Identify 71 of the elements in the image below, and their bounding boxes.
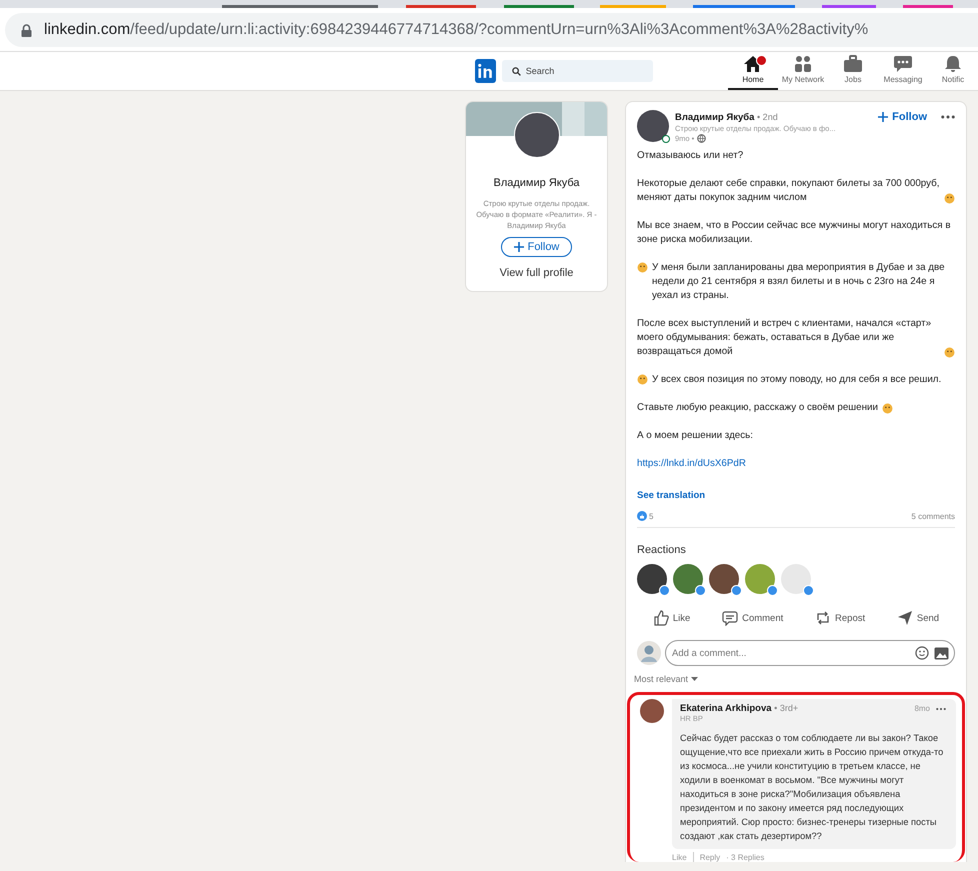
commenter-name[interactable]: Ekaterina Arkhipova • 3rd+ — [680, 703, 798, 714]
reaction-count[interactable]: 5 — [649, 512, 654, 520]
search-icon — [512, 66, 521, 76]
like-badge-icon — [767, 585, 778, 596]
nav-tab[interactable]: Jobs — [828, 52, 878, 90]
like-badge-icon — [731, 585, 742, 596]
plus-icon — [878, 112, 888, 122]
thumbs-up-icon — [652, 610, 669, 626]
action-button[interactable]: Comment — [718, 608, 788, 628]
emoji-icon — [944, 347, 955, 358]
emoji-icon — [637, 262, 648, 273]
author-name[interactable]: Владимир Якуба • 2nd — [675, 112, 872, 123]
post-paragraph: После всех выступлений и встреч с клиентами, начался «старт» моего обдумывания: бежать, оставаться в Дубае или же возвращаться домой — [637, 317, 932, 359]
post-paragraph: А о моем решении здесь: — [637, 429, 754, 443]
caret-icon — [691, 677, 698, 681]
like-badge-icon — [695, 585, 706, 596]
nav-tab[interactable]: Notific — [928, 52, 978, 90]
emoji-icon — [637, 374, 648, 385]
see-translation-link[interactable]: See translation — [637, 490, 706, 501]
post-paragraph: Отмазываюсь или нет? — [637, 149, 744, 163]
avatar-photo — [640, 699, 664, 723]
image-icon[interactable] — [934, 647, 949, 660]
user-avatar-icon — [637, 641, 661, 665]
emoji-icon — [882, 403, 893, 414]
profile-name: Владимир Якуба — [494, 177, 580, 189]
globe-icon — [697, 134, 706, 143]
like-badge-icon — [803, 585, 814, 596]
post-link[interactable]: https://lnkd.in/dUsX6PdR — [637, 458, 746, 469]
action-button[interactable]: Repost — [811, 608, 870, 628]
url-text: linkedin.com/feed/update/urn:li:activity:6984239446774714368/?commentUrn=urn%3Ali%3Acomment%3A%28activity% — [44, 21, 868, 39]
nav-tab[interactable]: My Network — [778, 52, 828, 90]
lock-icon — [21, 24, 32, 36]
more-icon[interactable] — [941, 115, 955, 119]
like-badge-icon — [659, 585, 670, 596]
action-button[interactable]: Like — [648, 608, 694, 628]
smiley-icon[interactable] — [915, 646, 929, 660]
online-status-icon — [662, 135, 670, 143]
post-paragraph: У меня были запланированы два мероприятия в Дубае и за две недели до 21 сентября я взял билеты и в ночь с 23го на 24е я уехал из страны. — [652, 261, 946, 303]
paper-plane-icon — [896, 610, 913, 626]
reactor-avatar[interactable] — [673, 564, 703, 594]
comment-text: Сейчас будет рассказ о том соблюдаете ли вы закон? Такое ощущение,что все приехали жить в Россию причем откуда-то из космоса...не учили конституцию в третьем классе, не ходили в военкомат в восьмом. "Все мужчины могут находиться в зоне риска?"Мобилизация объявлена президентом и по закону имеется ряд последующих мероприятий. Сюр просто: бизнес-тренеры тизерные посты создают ,как стать дезертиром?? — [680, 732, 944, 843]
reactions-heading: Reactions — [637, 544, 687, 556]
plus-icon — [514, 242, 524, 252]
speech-bubble-icon — [722, 610, 738, 626]
follow-button[interactable]: Follow — [500, 237, 572, 257]
emoji-icon — [944, 193, 955, 204]
post-paragraph: Мы все знаем, что в России сейчас все мужчины могут находиться в зоне риска мобилизации. — [637, 219, 952, 247]
briefcase-icon — [843, 55, 863, 73]
bell-icon — [943, 55, 963, 73]
action-button[interactable]: Send — [892, 608, 944, 628]
nav-tab[interactable]: Messaging — [878, 52, 928, 90]
comment-count[interactable]: 5 comments — [911, 512, 955, 520]
view-profile-link[interactable]: View full profile — [500, 267, 574, 279]
reactor-avatar[interactable] — [637, 564, 667, 594]
comment-input[interactable]: Add a comment... — [665, 640, 955, 666]
people-icon — [793, 55, 813, 73]
logo-icon[interactable] — [475, 59, 496, 83]
search-field[interactable]: Search — [502, 60, 653, 82]
post-paragraph: У всех своя позиция по этому поводу, но для себя я все решил. — [652, 373, 942, 387]
comment-time: 8mo — [914, 704, 930, 713]
more-icon[interactable] — [936, 706, 946, 710]
post-paragraph: Некоторые делают себе справки, покупают билеты за 700 000руб, меняют даты покупок задним числом — [637, 177, 940, 205]
follow-button[interactable]: Follow — [878, 110, 927, 124]
reactor-avatar[interactable] — [709, 564, 739, 594]
nav-tab[interactable]: Home — [728, 52, 778, 90]
sort-dropdown[interactable]: Most relevant — [634, 674, 698, 684]
chat-bubble-icon — [893, 55, 913, 73]
address-bar[interactable]: linkedin.com/feed/update/urn:li:activity:6984239446774714368/?commentUrn=urn%3Ali%3Acomment%3A%28activity% — [5, 13, 978, 47]
repost-arrows-icon — [815, 610, 832, 626]
post-paragraph: Ставьте любую реакцию, расскажу о своём решении — [637, 401, 878, 415]
like-reaction-icon — [637, 511, 647, 521]
